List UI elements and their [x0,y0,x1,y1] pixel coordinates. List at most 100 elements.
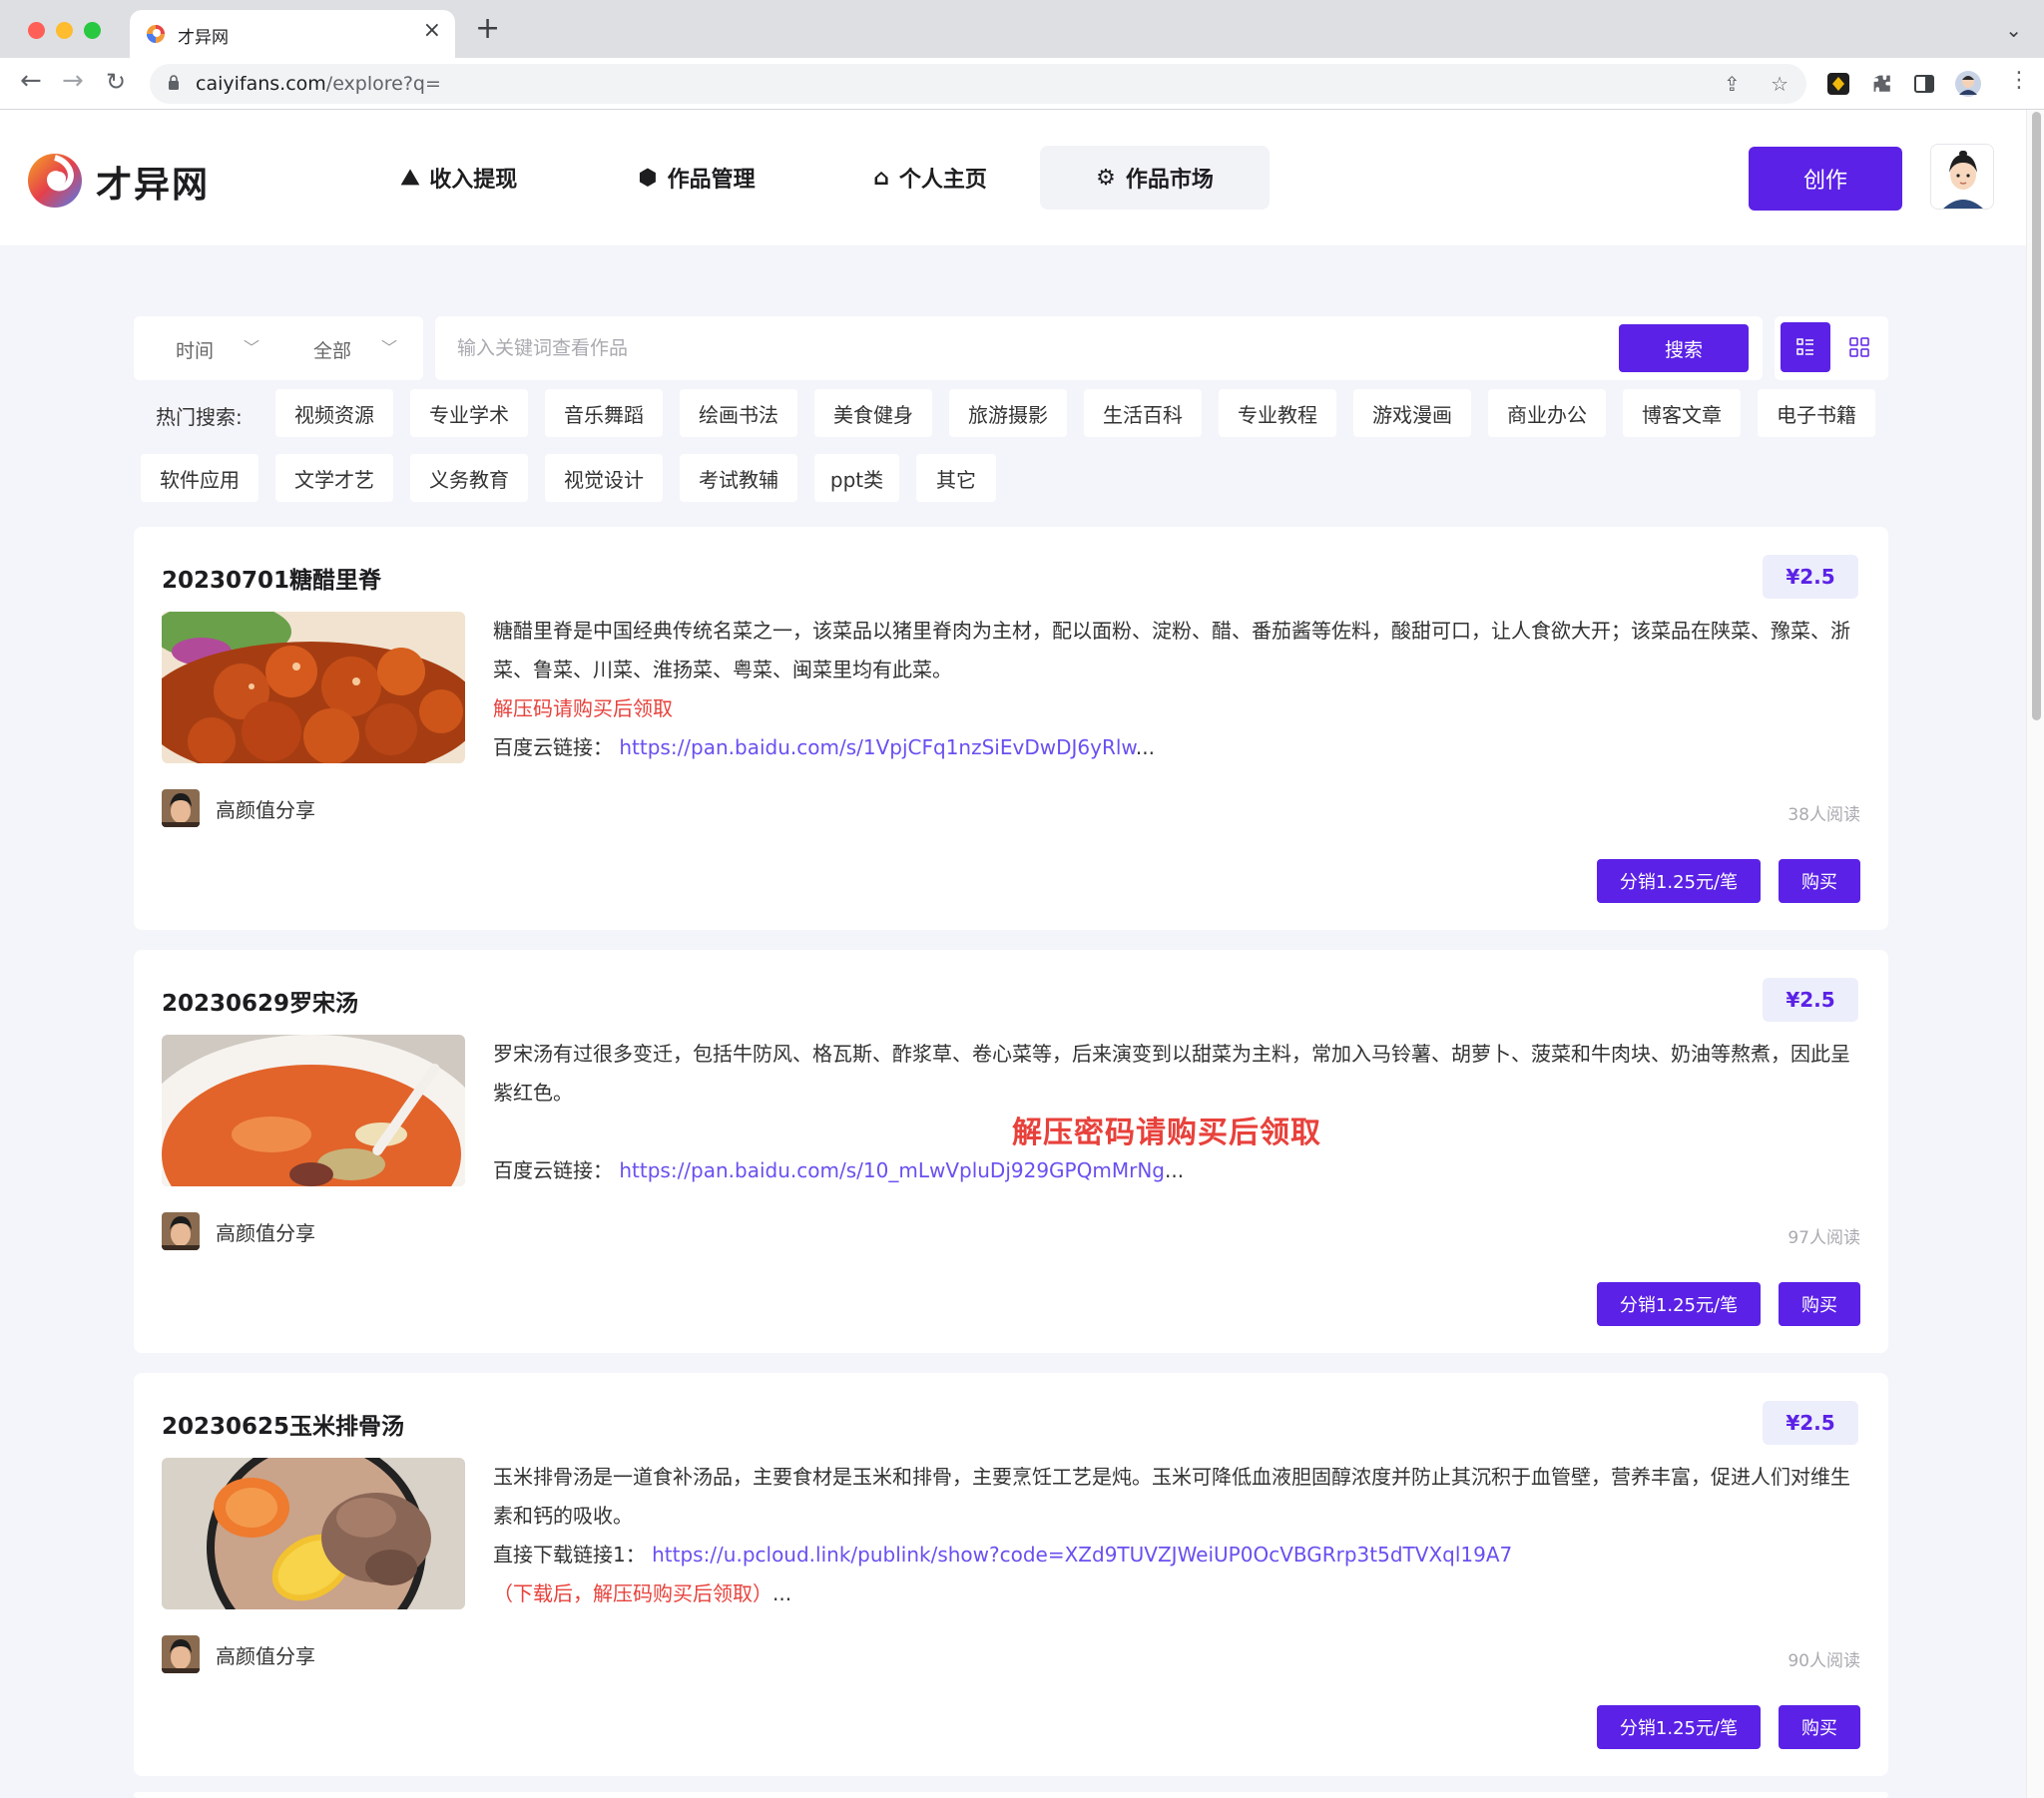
browser-menu-icon[interactable]: ⋮ [2008,70,2030,92]
lock-icon [169,75,179,90]
hot-tag[interactable]: ppt类 [814,454,899,502]
grid-view-button[interactable] [1834,322,1884,372]
author-info[interactable]: 高颜值分享 [162,789,315,827]
forward-arrow-icon[interactable]: → [62,68,84,94]
download-link[interactable]: https://pan.baidu.com/s/10_mLwVpluDj929G… [619,1158,1165,1182]
read-count: 90人阅读 [1788,1651,1860,1671]
description-text: 玉米排骨汤是一道食补汤品，主要食材是玉米和排骨，主要烹饪工艺是炖。玉米可降低血液… [493,1465,1850,1528]
scope-filter-select[interactable]: 全部 [313,336,351,363]
work-thumbnail[interactable] [162,1458,465,1609]
new-tab-icon[interactable]: + [475,14,500,44]
hot-tag[interactable]: 其它 [916,454,996,502]
nav-works-manage[interactable]: ⬢ 作品管理 [617,146,776,210]
url-path: /explore?q= [325,73,441,95]
work-title[interactable]: 20230629罗宋汤 [162,984,358,1018]
work-thumbnail[interactable] [162,612,465,763]
hot-tag[interactable]: 游戏漫画 [1353,389,1471,437]
filter-box: 时间 ﹀ 全部 ﹀ [134,316,423,380]
buy-button[interactable]: 购买 [1779,859,1860,903]
page-scrollbar[interactable] [2026,110,2044,1798]
download-link-row: 百度云链接： https://pan.baidu.com/s/1VpjCFq1n… [493,728,1860,767]
user-avatar[interactable] [1930,144,1994,210]
distribute-button[interactable]: 分销1.25元/笔 [1597,859,1761,903]
list-view-icon [1796,338,1813,355]
back-arrow-icon[interactable]: ← [20,68,42,94]
hot-tag[interactable]: 旅游摄影 [949,389,1067,437]
hot-tag[interactable]: 商业办公 [1488,389,1606,437]
nav-label: 作品管理 [667,168,756,193]
distribute-button[interactable]: 分销1.25元/笔 [1597,1282,1761,1326]
download-link[interactable]: https://u.pcloud.link/publink/show?code=… [652,1543,1512,1567]
share-icon[interactable]: ⇪ [1724,72,1741,96]
buy-button[interactable]: 购买 [1779,1705,1860,1749]
chevron-down-icon[interactable]: ﹀ [381,334,397,358]
hot-tag[interactable]: 生活百科 [1084,389,1202,437]
download-link[interactable]: https://pan.baidu.com/s/1VpjCFq1nzSiEvDw… [619,735,1136,759]
author-info[interactable]: 高颜值分享 [162,1212,315,1250]
download-link-row: 直接下载链接1： https://u.pcloud.link/publink/s… [493,1536,1860,1574]
puzzle-extensions-icon[interactable] [1870,72,1894,96]
hot-tag[interactable]: 绘画书法 [680,389,797,437]
work-card[interactable]: 20230625玉米排骨汤 ¥2.5 玉米排骨汤是一道食补汤品，主要食材是玉米和… [134,1373,1888,1776]
browser-toolbar: ← → ↻ caiyifans.com/explore?q= ⇪ ☆ ⋮ [0,58,2044,110]
search-box: 搜索 [435,316,1763,380]
author-avatar[interactable] [162,1212,200,1250]
author-name[interactable]: 高颜值分享 [216,1640,315,1669]
price-badge: ¥2.5 [1763,978,1858,1022]
list-view-button[interactable] [1781,322,1830,372]
author-avatar[interactable] [162,1635,200,1673]
hot-tag[interactable]: 义务教育 [410,454,528,502]
close-tab-icon[interactable]: × [423,20,441,42]
hot-tag[interactable]: 视觉设计 [545,454,663,502]
address-bar[interactable]: caiyifans.com/explore?q= ⇪ ☆ [150,64,1806,104]
bookmark-star-icon[interactable]: ☆ [1771,72,1788,96]
close-window-button[interactable] [28,22,45,39]
nav-personal-home[interactable]: ⌂ 个人主页 [850,146,1010,210]
author-name[interactable]: 高颜值分享 [216,794,315,823]
hot-tag[interactable]: 视频资源 [275,389,393,437]
time-filter-select[interactable]: 时间 [176,336,214,363]
hot-tag[interactable]: 软件应用 [141,454,258,502]
brand-name[interactable]: 才异网 [96,156,210,208]
site-logo-icon[interactable] [26,152,84,210]
work-card-partial [134,1792,1888,1798]
search-button[interactable]: 搜索 [1619,324,1749,372]
search-input[interactable] [457,328,1535,368]
author-avatar-icon [162,1212,200,1250]
minimize-window-button[interactable] [56,22,73,39]
hot-tag[interactable]: 专业教程 [1219,389,1336,437]
author-avatar[interactable] [162,789,200,827]
maximize-window-button[interactable] [84,22,101,39]
box-icon: ⬢ [638,165,658,191]
distribute-button[interactable]: 分销1.25元/笔 [1597,1705,1761,1749]
tab-search-chevron-icon[interactable]: ⌄ [2005,18,2022,42]
work-card[interactable]: 20230629罗宋汤 ¥2.5 罗宋汤有过很多变迁，包括牛防风、格瓦斯、酢浆草… [134,950,1888,1353]
side-panel-icon[interactable] [1912,72,1936,96]
nav-works-market[interactable]: ⚙ 作品市场 [1040,146,1270,210]
work-thumbnail[interactable] [162,1035,465,1186]
nav-income-withdraw[interactable]: ⛰ 收入提现 [385,146,533,210]
work-card[interactable]: 20230701糖醋里脊 ¥2.5 糖醋里脊是中国经典传统名菜之一，该菜品以猪里… [134,527,1888,930]
author-name[interactable]: 高颜值分享 [216,1217,315,1246]
hot-tag[interactable]: 美食健身 [814,389,932,437]
hot-tag[interactable]: 文学才艺 [275,454,393,502]
extension-icon[interactable] [1826,72,1850,96]
work-title[interactable]: 20230701糖醋里脊 [162,561,381,595]
hot-tag[interactable]: 专业学术 [410,389,528,437]
scrollbar-thumb[interactable] [2032,112,2041,720]
browser-tab[interactable]: 才异网 × [130,10,455,58]
site-header: 才异网 ⛰ 收入提现 ⬢ 作品管理 ⌂ 个人主页 ⚙ 作品市场 创作 [0,110,2026,245]
buy-button[interactable]: 购买 [1779,1282,1860,1326]
reload-icon[interactable]: ↻ [106,70,126,94]
url-host: caiyifans.com [196,73,326,95]
work-title[interactable]: 20230625玉米排骨汤 [162,1407,404,1441]
profile-avatar-icon[interactable] [1954,70,1982,98]
create-button[interactable]: 创作 [1749,147,1902,211]
hot-tag[interactable]: 电子书籍 [1758,389,1875,437]
unzip-password-note: 解压密码请购买后领取 [1012,1116,1321,1150]
hot-tag[interactable]: 音乐舞蹈 [545,389,663,437]
hot-tag[interactable]: 博客文章 [1623,389,1741,437]
author-info[interactable]: 高颜值分享 [162,1635,315,1673]
chevron-down-icon[interactable]: ﹀ [244,334,259,358]
hot-tag[interactable]: 考试教辅 [680,454,797,502]
